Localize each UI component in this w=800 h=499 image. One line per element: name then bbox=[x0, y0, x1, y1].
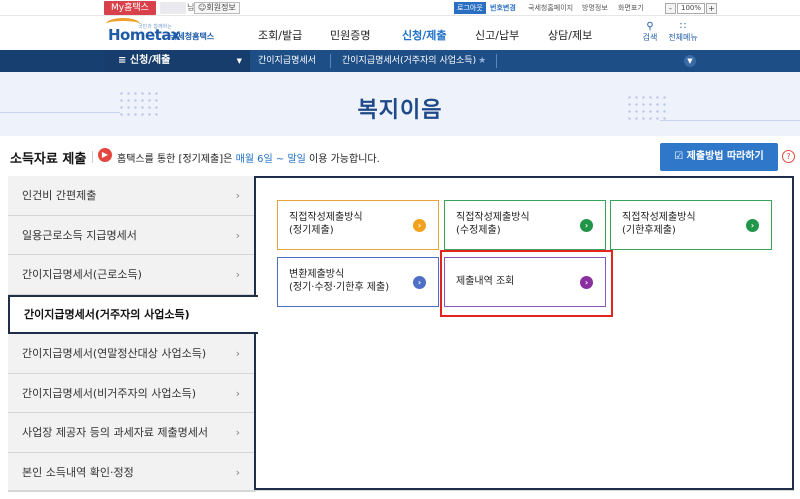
side-menu-item-label: 본인 소득내역 확인·정정 bbox=[22, 465, 134, 479]
section-title: 소득자료 제출 bbox=[10, 152, 87, 167]
zoom-out-button[interactable]: - bbox=[665, 2, 676, 14]
card-direct-amended[interactable]: 직접작성제출방식 (수정제출) › bbox=[444, 200, 606, 250]
notice-suffix: 이용 가능합니다. bbox=[309, 154, 380, 165]
side-menu-item-label: 간이지급명세서(연말정산대상 사업소득) bbox=[22, 347, 207, 360]
util-link-1[interactable]: 번호변경 bbox=[490, 2, 516, 14]
location-home bbox=[0, 50, 104, 72]
gnb-item-certificate[interactable]: 민원증명 bbox=[330, 27, 370, 43]
global-header: 국민과 함께하는 Hometax 국세청홈택스 조회/발급 민원증명 신청/제출… bbox=[0, 16, 800, 50]
chevron-down-icon: ▼ bbox=[236, 57, 242, 65]
breadcrumb-2[interactable]: 간이지급명세서(거주자의 사업소득) ★ bbox=[342, 50, 486, 72]
location-menu-dropdown[interactable]: ≡ 신청/제출 ▼ bbox=[104, 50, 250, 72]
search-icon: ⚲ bbox=[646, 21, 654, 32]
zoom-control: - 100% + bbox=[665, 2, 717, 14]
logout-button[interactable]: 로그아웃 bbox=[454, 2, 486, 14]
side-menu-item-label: 간이지급명세서(비거주자의 사업소득) bbox=[22, 386, 196, 400]
util-link-4[interactable]: 화면표기 bbox=[618, 2, 644, 14]
notice-highlight: 매월 6일 ~ 말일 bbox=[235, 154, 306, 165]
section-divider bbox=[92, 151, 93, 163]
highlight-box bbox=[440, 250, 613, 317]
side-menu-item-check-income[interactable]: 본인 소득내역 확인·정정 › bbox=[8, 452, 256, 492]
side-menu-item-labor-cost[interactable]: 인건비 간편제출 › bbox=[8, 176, 256, 216]
side-menu-item-label: 간이지급명세서(거주자의 사업소득) bbox=[24, 307, 190, 321]
side-menu-item-label: 간이지급명세서(근로소득) bbox=[22, 268, 142, 281]
logo-subtitle: 국세청홈택스 bbox=[170, 32, 215, 41]
side-menu-item-resident-business-income[interactable]: 간이지급명세서(거주자의 사업소득) bbox=[8, 294, 258, 334]
member-info-button[interactable]: ☺회원정보 bbox=[194, 2, 240, 14]
side-menu-item-label: 일용근로소득 지급명세서 bbox=[22, 228, 137, 242]
chevron-right-icon: › bbox=[235, 189, 240, 202]
side-menu-item-daily-wage[interactable]: 일용근로소득 지급명세서 › bbox=[8, 215, 256, 255]
checklist-icon: ☑ bbox=[674, 151, 684, 162]
help-icon[interactable]: ? bbox=[782, 150, 795, 163]
chevron-right-icon: › bbox=[580, 219, 593, 232]
side-menu-item-workplace-provider[interactable]: 사업장 제공자 등의 과세자료 제출명세서 › bbox=[8, 413, 256, 453]
submission-guide-button[interactable]: ☑ 제출방법 따라하기 bbox=[660, 143, 778, 171]
chevron-right-icon: › bbox=[235, 347, 240, 360]
location-bar: ≡ 신청/제출 ▼ 간이지급명세서 간이지급명세서(거주자의 사업소득) ★ ▼ bbox=[0, 50, 800, 72]
bottom-divider bbox=[8, 490, 794, 491]
location-menu-label: 신청/제출 bbox=[129, 55, 171, 66]
utility-bar: My홈택스 님 ☺회원정보 로그아웃 번호변경 국세청홈페이지 방명정보 화면표… bbox=[0, 0, 800, 16]
page-title: 복지이음 bbox=[357, 98, 443, 123]
favorite-star-icon[interactable]: ★ bbox=[478, 56, 486, 66]
card-conversion[interactable]: 변환제출방식 (정기·수정·기한후 제출) › bbox=[277, 257, 439, 307]
chevron-right-icon: › bbox=[235, 386, 240, 400]
my-hometax-button[interactable]: My홈택스 bbox=[104, 1, 156, 15]
all-menu-label: 전체메뉴 bbox=[668, 33, 698, 42]
chevron-right-icon: › bbox=[413, 219, 426, 232]
breadcrumb-2-label: 간이지급명세서(거주자의 사업소득) bbox=[342, 56, 477, 66]
chevron-right-icon: › bbox=[413, 276, 426, 289]
all-menu-button[interactable]: ∷ 전체메뉴 bbox=[668, 21, 698, 43]
page-banner: 복지이음 bbox=[0, 72, 800, 136]
breadcrumb-1[interactable]: 간이지급명세서 bbox=[258, 50, 316, 72]
chevron-right-icon: › bbox=[235, 426, 240, 439]
breadcrumb-separator bbox=[496, 54, 497, 68]
gnb-item-inquiry[interactable]: 조회/발급 bbox=[258, 27, 302, 43]
card-direct-regular[interactable]: 직접작성제출방식 (정기제출) › bbox=[277, 200, 439, 250]
chevron-down-icon[interactable]: ▼ bbox=[684, 55, 696, 67]
chevron-right-icon: › bbox=[235, 268, 240, 281]
side-menu: 인건비 간편제출 › 일용근로소득 지급명세서 › 간이지급명세서(근로소득) … bbox=[8, 176, 258, 492]
chevron-right-icon: › bbox=[235, 228, 240, 242]
breadcrumb-separator bbox=[330, 54, 331, 68]
username-masked bbox=[160, 2, 186, 14]
side-menu-item-label: 사업장 제공자 등의 과세자료 제출명세서 bbox=[22, 426, 209, 439]
side-menu-item-simple-earned-income[interactable]: 간이지급명세서(근로소득) › bbox=[8, 255, 256, 295]
zoom-value: 100% bbox=[677, 2, 705, 14]
speaker-icon: ▶ bbox=[98, 148, 112, 162]
grid-icon: ∷ bbox=[679, 21, 687, 32]
gnb-item-consult[interactable]: 상담/제보 bbox=[548, 27, 592, 43]
card-direct-late[interactable]: 직접작성제출방식 (기한후제출) › bbox=[610, 200, 772, 250]
util-link-2[interactable]: 국세청홈페이지 bbox=[528, 2, 573, 14]
side-menu-item-year-end-business-income[interactable]: 간이지급명세서(연말정산대상 사업소득) › bbox=[8, 334, 256, 374]
hamburger-icon: ≡ bbox=[118, 55, 127, 66]
zoom-in-button[interactable]: + bbox=[706, 2, 717, 14]
search-button[interactable]: ⚲ 검색 bbox=[635, 21, 665, 43]
member-info-label: 회원정보 bbox=[206, 3, 236, 12]
chevron-right-icon: › bbox=[746, 219, 759, 232]
side-menu-item-label: 인건비 간편제출 bbox=[22, 189, 97, 202]
submission-guide-label: 제출방법 따라하기 bbox=[686, 151, 764, 162]
util-link-3[interactable]: 방명정보 bbox=[582, 2, 608, 14]
notice-text: 홈택스를 통한 [정기제출]은 매월 6일 ~ 말일 이용 가능합니다. bbox=[117, 150, 380, 165]
chevron-right-icon: › bbox=[235, 465, 240, 479]
search-label: 검색 bbox=[642, 33, 658, 42]
notice-prefix: 홈택스를 통한 [정기제출]은 bbox=[117, 154, 233, 165]
gnb-item-apply[interactable]: 신청/제출 bbox=[402, 27, 447, 43]
side-menu-item-nonresident-business-income[interactable]: 간이지급명세서(비거주자의 사업소득) › bbox=[8, 373, 256, 413]
gnb-item-report[interactable]: 신고/납부 bbox=[475, 27, 519, 43]
